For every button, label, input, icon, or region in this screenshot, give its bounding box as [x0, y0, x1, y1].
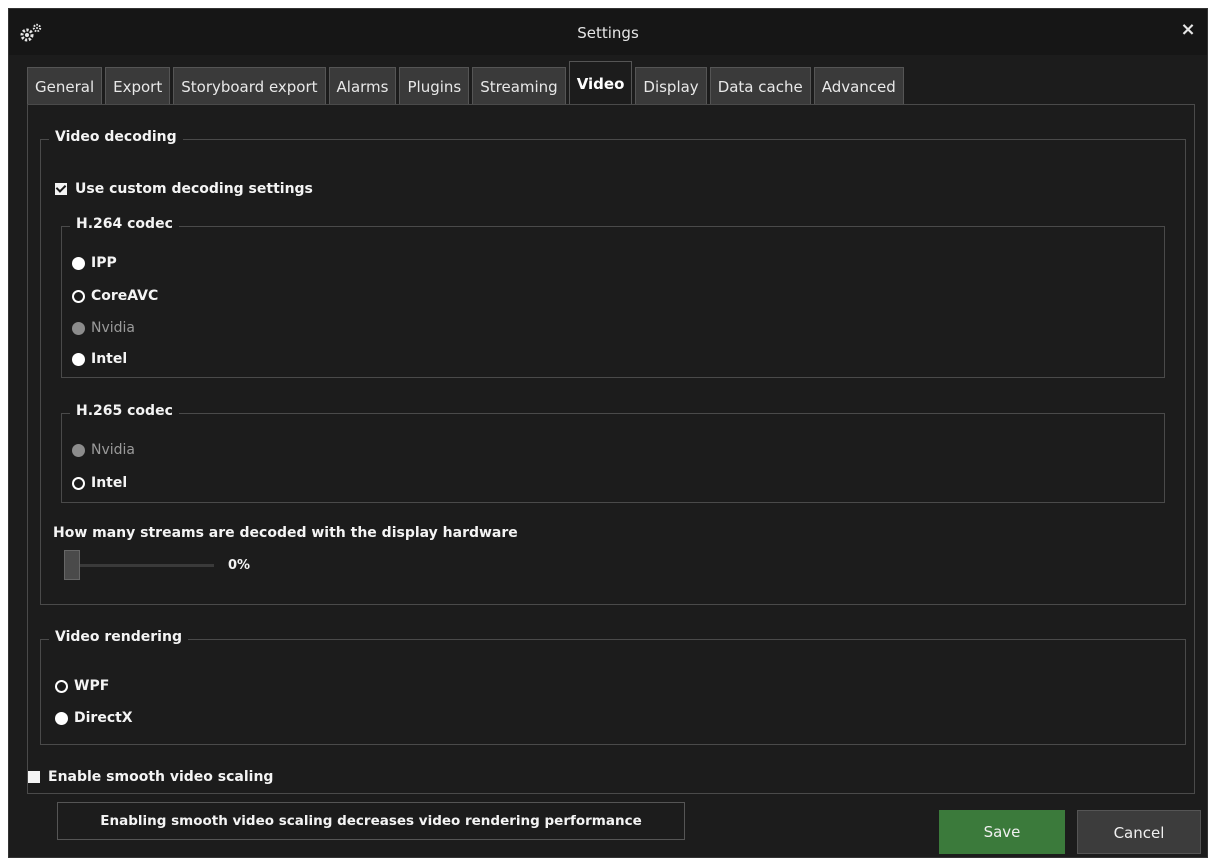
h264-ipp-radio[interactable]: IPP	[72, 255, 117, 271]
radio-dot[interactable]	[55, 711, 68, 725]
h264-coreavc-label: CoreAVC	[91, 288, 159, 304]
radio-dot[interactable]	[72, 256, 85, 270]
cancel-button[interactable]: Cancel	[1077, 810, 1201, 854]
video-rendering-legend: Video rendering	[49, 629, 188, 645]
video-tab-panel: Video decoding Use custom decoding setti…	[27, 104, 1195, 794]
rendering-wpf-label: WPF	[74, 678, 110, 694]
settings-dialog: Settings × General Export Storyboard exp…	[8, 8, 1208, 858]
hardware-streams-slider[interactable]	[64, 550, 214, 580]
hardware-streams-value: 0%	[228, 558, 251, 573]
radio-dot[interactable]	[55, 679, 68, 693]
h264-legend: H.264 codec	[70, 216, 179, 232]
h264-nvidia-radio: Nvidia	[72, 320, 135, 336]
video-decoding-legend: Video decoding	[49, 129, 183, 145]
rendering-wpf-radio[interactable]: WPF	[55, 678, 109, 694]
h264-intel-label: Intel	[91, 351, 128, 367]
h265-nvidia-label: Nvidia	[91, 442, 136, 458]
h265-codec-group: H.265 codec Nvidia Intel	[61, 403, 1165, 503]
tab-display[interactable]: Display	[635, 67, 707, 105]
h264-ipp-label: IPP	[91, 255, 117, 271]
window-title: Settings	[577, 24, 639, 42]
tab-storyboard-export[interactable]: Storyboard export	[173, 67, 326, 105]
tab-advanced[interactable]: Advanced	[813, 67, 904, 105]
tab-general[interactable]: General	[27, 67, 103, 105]
h264-coreavc-radio[interactable]: CoreAVC	[72, 288, 158, 304]
tab-plugins[interactable]: Plugins	[399, 67, 470, 105]
tab-data-cache[interactable]: Data cache	[709, 67, 811, 105]
radio-dot	[72, 443, 85, 457]
h265-nvidia-radio: Nvidia	[72, 442, 135, 458]
close-button[interactable]: ×	[1177, 19, 1199, 41]
custom-decoding-check-box[interactable]	[55, 183, 67, 195]
video-rendering-group: Video rendering WPF DirectX	[40, 629, 1186, 745]
h264-intel-radio[interactable]: Intel	[72, 351, 127, 367]
slider-thumb[interactable]	[64, 550, 80, 580]
radio-dot[interactable]	[72, 352, 85, 366]
smooth-scaling-check-box[interactable]	[28, 771, 40, 783]
tab-streaming[interactable]: Streaming	[472, 67, 566, 105]
tab-video[interactable]: Video	[568, 61, 633, 105]
hardware-streams-label: How many streams are decoded with the di…	[53, 525, 518, 541]
radio-dot	[72, 321, 85, 335]
rendering-directx-radio[interactable]: DirectX	[55, 710, 133, 726]
tab-bar: General Export Storyboard export Alarms …	[27, 61, 907, 105]
smooth-scaling-checkbox[interactable]: Enable smooth video scaling	[28, 769, 273, 785]
h265-legend: H.265 codec	[70, 403, 179, 419]
h265-intel-label: Intel	[91, 475, 128, 491]
smooth-scaling-label: Enable smooth video scaling	[48, 769, 274, 785]
custom-decoding-label: Use custom decoding settings	[75, 181, 313, 197]
custom-decoding-checkbox[interactable]: Use custom decoding settings	[55, 181, 313, 197]
tab-alarms[interactable]: Alarms	[328, 67, 397, 105]
title-bar: Settings ×	[9, 9, 1207, 55]
tab-export[interactable]: Export	[105, 67, 171, 105]
video-decoding-group: Video decoding Use custom decoding setti…	[40, 129, 1186, 605]
h264-nvidia-label: Nvidia	[91, 320, 136, 336]
rendering-directx-label: DirectX	[74, 710, 133, 726]
save-button[interactable]: Save	[939, 810, 1065, 854]
smooth-scaling-info: Enabling smooth video scaling decreases …	[57, 802, 685, 840]
radio-dot[interactable]	[72, 289, 85, 303]
h265-intel-radio[interactable]: Intel	[72, 475, 127, 491]
h264-codec-group: H.264 codec IPP CoreAVC Nvidia Intel	[61, 216, 1165, 378]
radio-dot[interactable]	[72, 476, 85, 490]
